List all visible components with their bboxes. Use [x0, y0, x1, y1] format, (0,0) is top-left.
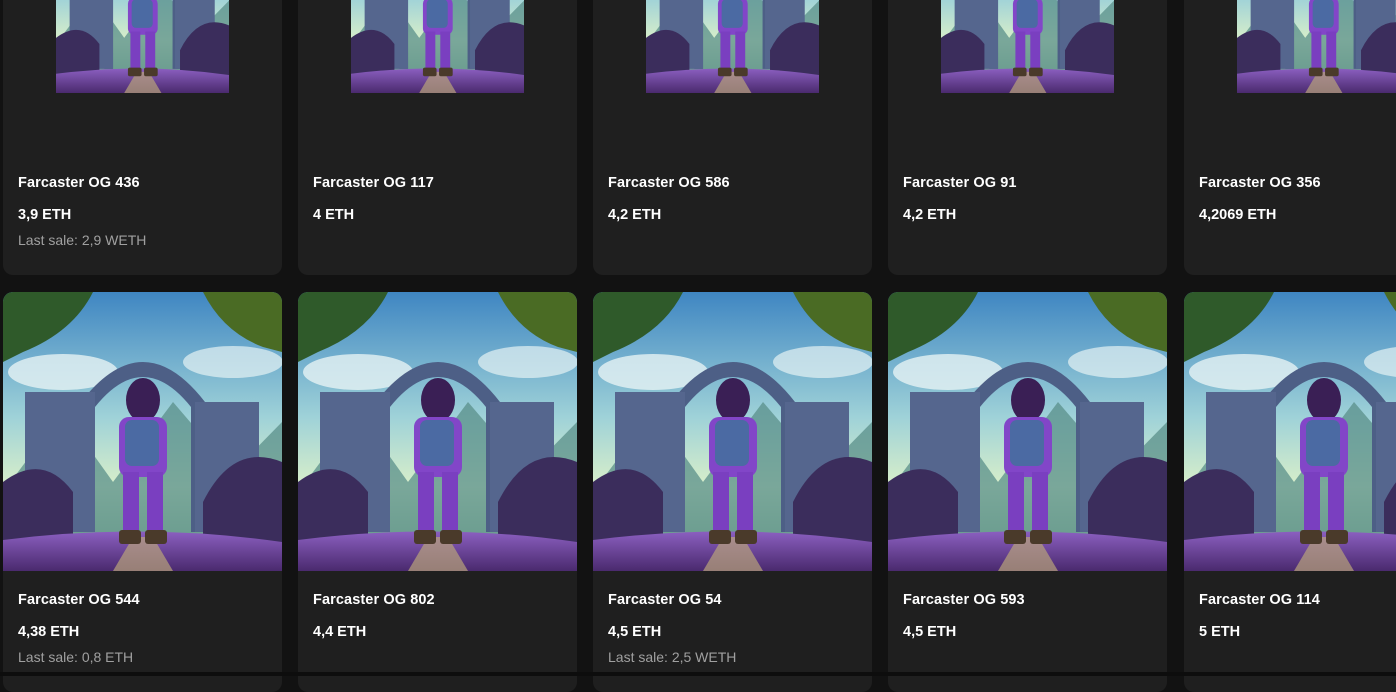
nft-price: 4,2 ETH: [903, 207, 957, 223]
nft-name: Farcaster OG 91: [903, 175, 1017, 191]
nft-price: 4,5 ETH: [608, 624, 662, 640]
nft-name: Farcaster OG 593: [903, 592, 1025, 608]
nft-artwork-image: [298, 0, 577, 163]
nft-price: 4,2069 ETH: [1199, 207, 1277, 223]
nft-card[interactable]: Farcaster OG 54 4,5 ETH Last sale: 2,5 W…: [593, 292, 872, 692]
nft-price: 4,38 ETH: [18, 624, 80, 640]
nft-name: Farcaster OG 436: [18, 175, 140, 191]
nft-price: 4,4 ETH: [313, 624, 367, 640]
nft-grid: Farcaster OG 436 3,9 ETH Last sale: 2,9 …: [0, 0, 1396, 692]
bottom-edge: [0, 672, 1396, 676]
nft-card[interactable]: Farcaster OG 436 3,9 ETH Last sale: 2,9 …: [3, 0, 282, 275]
nft-artwork-image: [3, 0, 282, 163]
nft-artwork-image: [1184, 0, 1396, 163]
nft-name: Farcaster OG 54: [608, 592, 722, 608]
nft-name: Farcaster OG 544: [18, 592, 140, 608]
nft-price: 5 ETH: [1199, 624, 1241, 640]
nft-card[interactable]: Farcaster OG 356 4,2069 ETH: [1184, 0, 1396, 275]
nft-last-sale: Last sale: 0,8 ETH: [18, 649, 134, 665]
nft-artwork-image: [3, 292, 282, 571]
nft-price: 4,2 ETH: [608, 207, 662, 223]
nft-artwork-image: [593, 292, 872, 571]
nft-name: Farcaster OG 117: [313, 175, 434, 191]
nft-last-sale: Last sale: 2,9 WETH: [18, 232, 147, 248]
nft-artwork-image: [888, 0, 1167, 163]
nft-artwork-image: [593, 0, 872, 163]
nft-card[interactable]: Farcaster OG 593 4,5 ETH: [888, 292, 1167, 692]
nft-card[interactable]: Farcaster OG 114 5 ETH: [1184, 292, 1396, 692]
nft-card[interactable]: Farcaster OG 117 4 ETH: [298, 0, 577, 275]
nft-artwork-image: [1184, 292, 1396, 571]
nft-artwork-image: [888, 292, 1167, 571]
nft-card[interactable]: Farcaster OG 91 4,2 ETH: [888, 0, 1167, 275]
nft-name: Farcaster OG 356: [1199, 175, 1321, 191]
nft-card[interactable]: Farcaster OG 802 4,4 ETH: [298, 292, 577, 692]
nft-name: Farcaster OG 586: [608, 175, 730, 191]
nft-price: 4 ETH: [313, 207, 355, 223]
nft-name: Farcaster OG 114: [1199, 592, 1320, 608]
nft-price: 3,9 ETH: [18, 207, 72, 223]
nft-artwork-image: [298, 292, 577, 571]
nft-price: 4,5 ETH: [903, 624, 957, 640]
nft-card[interactable]: Farcaster OG 586 4,2 ETH: [593, 0, 872, 275]
nft-name: Farcaster OG 802: [313, 592, 435, 608]
nft-card[interactable]: Farcaster OG 544 4,38 ETH Last sale: 0,8…: [3, 292, 282, 692]
nft-last-sale: Last sale: 2,5 WETH: [608, 649, 737, 665]
